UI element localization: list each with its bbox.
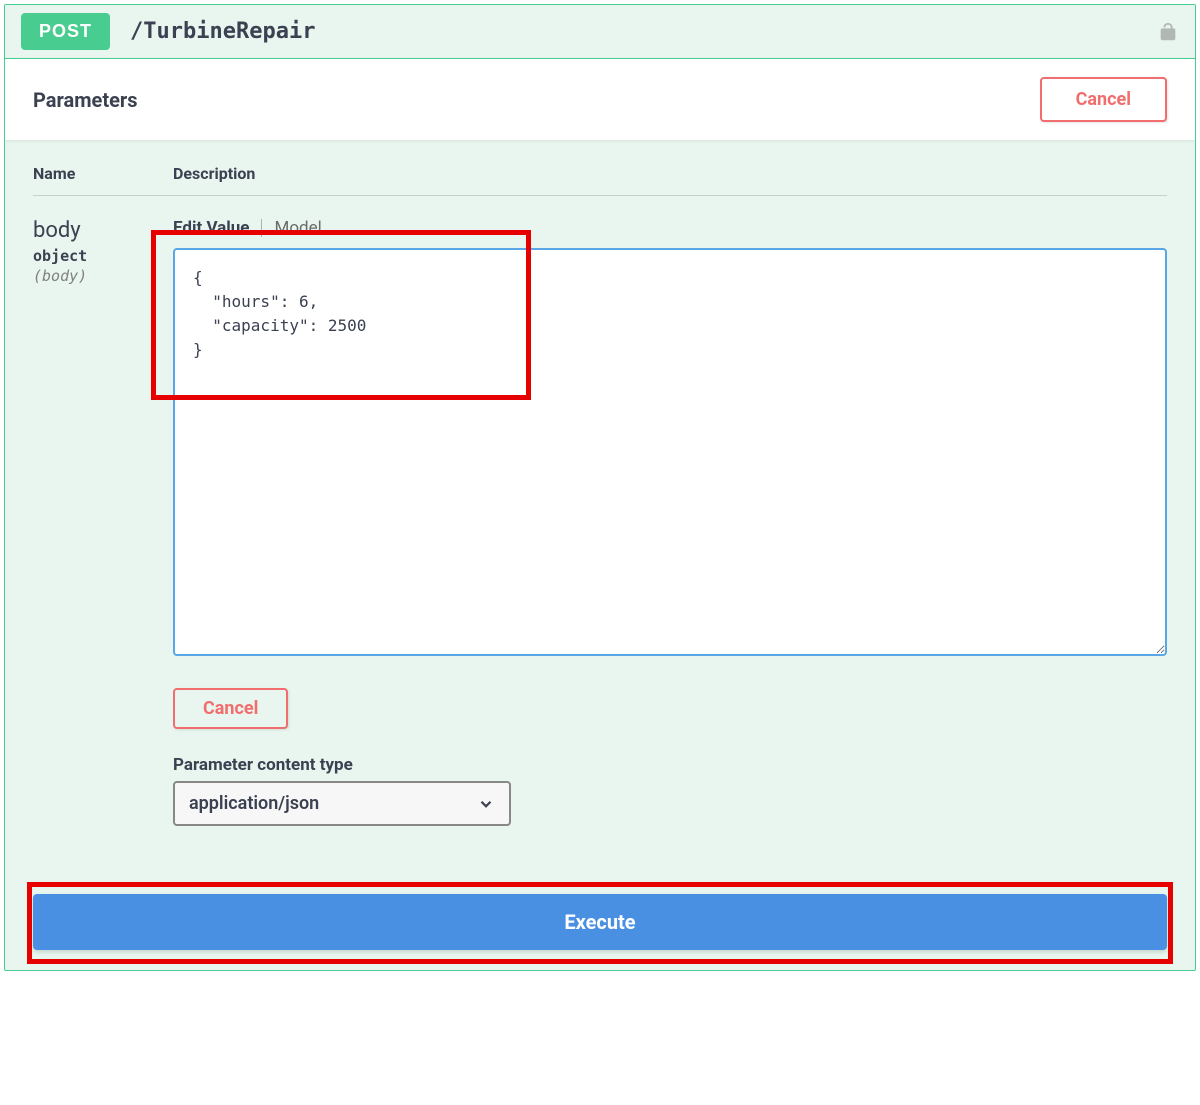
execute-section: Execute (5, 876, 1195, 970)
parameter-in: (body) (33, 267, 173, 285)
body-textarea[interactable] (173, 248, 1167, 656)
parameters-body: Name Description body object (body) Edit… (5, 140, 1195, 826)
tab-edit-value[interactable]: Edit Value (173, 218, 249, 238)
cancel-button[interactable]: Cancel (1040, 77, 1167, 122)
unlock-icon[interactable] (1157, 21, 1179, 43)
operation-header[interactable]: POST /TurbineRepair (5, 5, 1195, 58)
operation-panel: POST /TurbineRepair Parameters Cancel Na… (4, 4, 1196, 971)
execute-button[interactable]: Execute (33, 894, 1167, 950)
cancel-body-button[interactable]: Cancel (173, 688, 288, 729)
parameters-title: Parameters (33, 88, 137, 112)
parameter-row: body object (body) Edit Value Model Canc… (33, 218, 1167, 826)
content-type-select-wrap: application/json (173, 781, 511, 826)
parameter-type: object (33, 247, 173, 265)
content-type-select[interactable]: application/json (173, 781, 511, 826)
parameters-table-header: Name Description (33, 164, 1167, 196)
tab-separator (261, 219, 262, 237)
parameters-bar: Parameters Cancel (5, 58, 1195, 140)
content-type-label: Parameter content type (173, 755, 1167, 775)
http-method-badge: POST (21, 13, 110, 50)
column-header-name: Name (33, 164, 173, 183)
tab-model[interactable]: Model (274, 218, 321, 238)
parameter-name: body (33, 218, 173, 243)
operation-path: /TurbineRepair (130, 19, 1157, 44)
parameter-name-cell: body object (body) (33, 218, 173, 826)
column-header-description: Description (173, 164, 1167, 183)
parameter-description-cell: Edit Value Model Cancel Parameter conten… (173, 218, 1167, 826)
value-model-tabs: Edit Value Model (173, 218, 1167, 238)
